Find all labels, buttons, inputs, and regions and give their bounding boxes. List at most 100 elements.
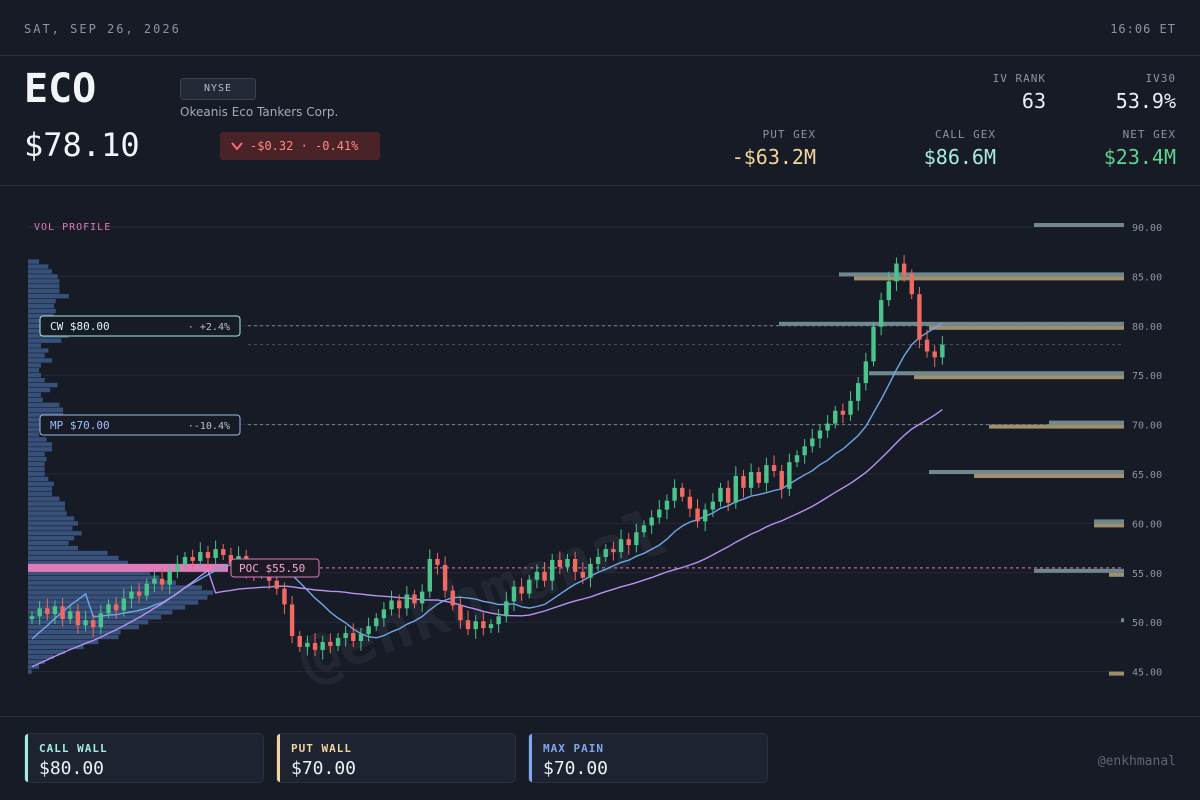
- candle-body: [83, 620, 88, 626]
- volume-profile-bar: [28, 595, 208, 600]
- candle-body: [733, 475, 738, 503]
- call-gex-bar: [1034, 568, 1124, 573]
- volume-profile-bar: [28, 486, 53, 492]
- volume-profile-bar: [28, 387, 51, 393]
- y-tick-label: 75.00: [1132, 371, 1162, 382]
- candle-body: [435, 558, 440, 565]
- volume-profile-bar: [28, 289, 60, 294]
- put-gex-bar: [1094, 523, 1124, 528]
- volume-profile-bar: [28, 669, 32, 674]
- candle-body: [404, 594, 410, 609]
- candle-body: [924, 339, 930, 352]
- candle-body: [519, 586, 524, 594]
- candle-body: [894, 263, 899, 282]
- put-wall-card: PUT WALL $70.00: [276, 733, 516, 783]
- candle-body: [221, 549, 226, 556]
- candle-body: [397, 600, 402, 609]
- volume-profile-bar: [28, 402, 60, 408]
- session-time: 16:06 ET: [1110, 22, 1176, 36]
- volume-profile-bar: [28, 550, 108, 556]
- call-gex-stat: CALL GEX $86.6M: [924, 128, 996, 169]
- candle-body: [748, 472, 754, 488]
- candle-body: [611, 549, 616, 553]
- chart-canvas: @enkhmanal 90.00 85.00 80.00 75.00 70.00 65.0…: [28, 222, 1162, 697]
- put-gex-bar: [1109, 671, 1124, 676]
- put-gex-value: -$63.2M: [731, 145, 816, 169]
- volume-profile-bar: [28, 397, 43, 403]
- volume-profile-bar: [28, 540, 69, 546]
- candle-body: [68, 611, 73, 620]
- candle-body: [695, 508, 700, 522]
- candle-body: [419, 591, 425, 604]
- candle-body: [557, 559, 563, 567]
- y-tick-label: 55.00: [1132, 569, 1162, 580]
- put-gex-bar: [1109, 572, 1124, 577]
- candle-body: [725, 487, 731, 503]
- volume-profile-bar: [28, 585, 202, 590]
- candle-body: [886, 281, 891, 301]
- candle-body: [366, 626, 371, 635]
- call-wall-card-value: $80.00: [39, 758, 105, 779]
- volume-profile-bar: [28, 506, 65, 511]
- volume-profile-bar: [28, 452, 45, 457]
- candle-body: [917, 294, 922, 340]
- put-wall-accent: [277, 734, 280, 782]
- volume-profile-bar: [28, 501, 65, 506]
- net-gex-value: $23.4M: [1103, 145, 1176, 169]
- volume-profile-bar: [28, 368, 40, 373]
- y-axis: 90.00 85.00 80.00 75.00 70.00 65.00 60.00 55.00…: [1132, 223, 1162, 679]
- candle-body: [718, 487, 723, 502]
- volume-profile-bar: [28, 491, 53, 496]
- poc-tag-label: POC $55.50: [239, 562, 305, 575]
- candle-body: [305, 642, 310, 647]
- put-wall-card-value: $70.00: [291, 758, 357, 779]
- call-wall-card-label: CALL WALL: [39, 742, 108, 755]
- y-tick-label: 90.00: [1132, 223, 1162, 234]
- max-pain-card-label: MAX PAIN: [543, 742, 604, 755]
- call-wall-accent: [25, 734, 28, 782]
- call-gex-value: $86.6M: [923, 145, 996, 169]
- net-gex-label: NET GEX: [1122, 128, 1176, 141]
- candle-body: [335, 638, 341, 646]
- candle-body: [511, 586, 517, 602]
- candle-body: [603, 549, 608, 557]
- candle-body: [840, 410, 846, 415]
- candle-body: [465, 620, 471, 630]
- volume-profile-bar: [28, 284, 60, 289]
- call-gex-bar: [929, 470, 1124, 474]
- candle-body: [358, 634, 364, 641]
- candle-body: [351, 633, 356, 641]
- y-tick-label: 65.00: [1132, 470, 1162, 481]
- max-pain-tag-label: MP $70.00: [50, 419, 110, 432]
- candle-body: [343, 633, 348, 639]
- candle-body: [817, 430, 823, 439]
- candle-body: [878, 300, 884, 327]
- candle-body: [802, 446, 807, 456]
- volume-profile-bar: [28, 363, 41, 368]
- quote-header: ECO $78.10 NYSE Okeanis Eco Tankers Corp…: [0, 56, 1200, 186]
- put-gex-label: PUT GEX: [762, 128, 816, 141]
- candle-body: [320, 641, 325, 650]
- call-wall-card: CALL WALL $80.00: [24, 733, 264, 783]
- candle-body: [909, 274, 914, 295]
- candle-body: [810, 438, 815, 447]
- volume-profile-bar: [28, 536, 75, 541]
- candle-body: [129, 591, 134, 599]
- volume-profile-bar: [28, 279, 60, 284]
- candle-body: [312, 642, 318, 650]
- put-gex-bar: [929, 325, 1124, 330]
- candle-body: [412, 594, 417, 604]
- call-gex-bar: [1094, 519, 1124, 524]
- call-gex-bar: [779, 321, 1124, 326]
- candle-body: [863, 361, 869, 384]
- volume-profile-bar: [28, 471, 45, 477]
- candle-body: [550, 559, 555, 581]
- candle-body: [121, 598, 126, 611]
- candle-body: [274, 580, 279, 589]
- iv30-stat: IV30 53.9%: [1116, 72, 1176, 113]
- candle-body: [37, 608, 42, 617]
- exchange-badge: NYSE: [180, 78, 256, 100]
- candle-body: [374, 618, 379, 627]
- candle-body: [649, 517, 654, 526]
- candle-body: [641, 525, 647, 533]
